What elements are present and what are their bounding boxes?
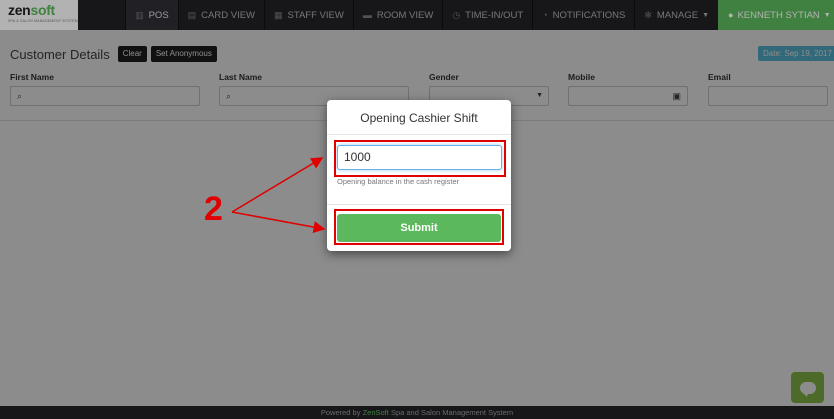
modal-backdrop-footer [0,406,834,419]
step-number: 2 [204,190,223,228]
opening-balance-help: Opening balance in the cash register [337,177,460,186]
modal-backdrop-nav [0,0,834,30]
highlight-box-submit [334,209,504,245]
modal-title: Opening Cashier Shift [360,111,478,125]
highlight-box-input [334,140,506,177]
modal-header-divider [327,134,511,135]
modal-footer-divider [327,204,511,205]
